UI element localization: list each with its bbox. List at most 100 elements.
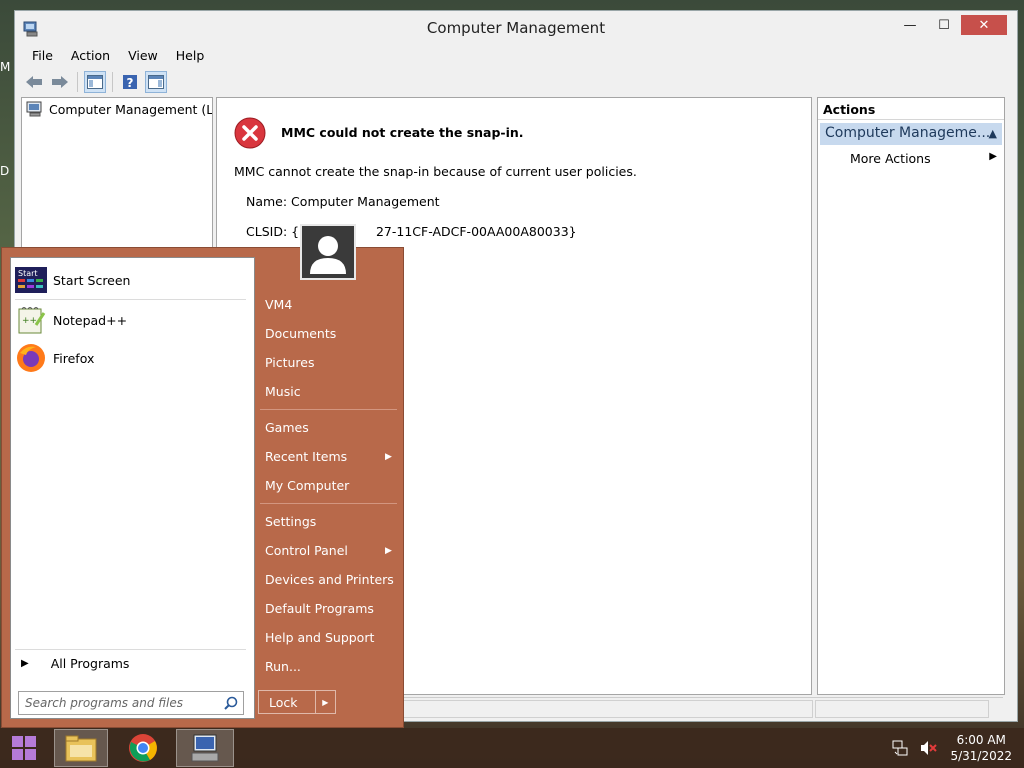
menu-action[interactable]: Action [62,45,119,67]
computer-management-icon [191,734,219,762]
menu-bar: File Action View Help [23,45,213,67]
actions-section-computer-management[interactable]: Computer Manageme... ▲ [820,123,1002,145]
start-menu-games[interactable]: Games [265,420,309,435]
actions-pane: Actions Computer Manageme... ▲ More Acti… [817,97,1005,695]
show-hide-console-tree-button[interactable] [84,71,106,93]
back-button[interactable] [23,71,45,93]
start-menu-user-folder[interactable]: VM4 [265,297,292,312]
clock-time: 6:00 AM [956,733,1006,747]
clock-date: 5/31/2022 [950,749,1012,763]
submenu-arrow-icon: ▶ [989,151,997,162]
status-segment [815,700,989,718]
lock-button[interactable]: Lock [259,691,316,713]
taskbar: 6:00 AM 5/31/2022 [0,728,1024,768]
firefox-icon [15,342,47,374]
notepad-plus-plus-icon: ++ [15,304,47,336]
recent-items-arrow-icon: ▶ [385,452,392,462]
power-options-arrow-button[interactable]: ▶ [316,691,335,713]
search-programs-input[interactable]: Search programs and files [18,691,244,715]
title-bar[interactable]: Computer Management — ☐ ✕ [15,11,1017,45]
start-menu-pictures[interactable]: Pictures [265,355,315,370]
user-account-picture[interactable] [300,224,356,280]
start-menu-settings[interactable]: Settings [265,514,316,529]
all-programs-button[interactable]: ▶ All Programs [21,656,129,671]
desktop-label-d: D [0,164,10,178]
help-button[interactable]: ? [119,71,141,93]
expand-arrow-icon: ▶ [21,658,29,669]
clock[interactable]: 6:00 AM 5/31/2022 [950,732,1012,764]
error-clsid: CLSID: {58 27-11CF-ADCF-00AA00A80033} [246,224,577,239]
taskbar-file-explorer[interactable] [54,729,108,767]
toolbar-separator [112,72,113,92]
tree-item-label: Computer Management (Local [49,101,213,117]
start-menu-divider [260,503,397,504]
toolbar-separator [77,72,78,92]
all-programs-label: All Programs [50,656,130,671]
help-icon: ? [123,75,137,90]
close-button[interactable]: ✕ [961,15,1007,35]
menu-view[interactable]: View [119,45,167,67]
user-avatar-icon [310,236,346,274]
error-clsid-suffix: 27-11CF-ADCF-00AA00A80033} [375,224,577,239]
start-menu-item-label: Start Screen [53,272,131,288]
minimize-button[interactable]: — [893,15,927,35]
menu-help[interactable]: Help [167,45,214,67]
search-placeholder: Search programs and files [25,696,183,710]
search-icon[interactable] [224,696,238,710]
start-screen-icon: Start [15,264,47,296]
volume-muted-icon[interactable] [920,740,938,756]
start-menu-control-panel[interactable]: Control Panel [265,543,348,558]
show-hide-console-tree-icon [87,75,103,89]
show-hide-action-pane-button[interactable] [145,71,167,93]
start-menu-item-notepad-plus-plus[interactable]: ++ Notepad++ [15,304,127,336]
start-menu-item-firefox[interactable]: Firefox [15,342,94,374]
error-title: MMC could not create the snap-in. [281,125,524,140]
error-description: MMC cannot create the snap-in because of… [234,164,637,179]
start-menu-item-label: Notepad++ [53,312,128,328]
back-arrow-icon [26,76,42,88]
control-panel-arrow-icon: ▶ [385,546,392,556]
start-menu-item-start-screen[interactable]: Start Start Screen [15,264,130,296]
system-tray: 6:00 AM 5/31/2022 [892,732,1012,764]
start-menu-divider [260,409,397,410]
show-hide-action-pane-icon [148,75,164,89]
lock-button-group: Lock ▶ [258,690,336,714]
start-menu-programs-panel: Start Start Screen ++ Notepad++ Firefox … [10,257,255,719]
toolbar: ? [23,69,1017,95]
collapse-caret-icon: ▲ [988,127,997,140]
maximize-button[interactable]: ☐ [927,15,961,35]
file-explorer-icon [65,735,97,762]
computer-icon [26,101,42,117]
programs-divider [15,299,246,300]
window-title: Computer Management [426,19,606,37]
chrome-icon [129,734,157,762]
actions-section-label: Computer Manageme... [825,125,991,141]
network-icon[interactable] [892,740,908,756]
taskbar-chrome[interactable] [116,729,170,767]
start-menu-documents[interactable]: Documents [265,326,336,341]
desktop-label-m: M [0,60,11,74]
start-button[interactable] [0,729,48,767]
menu-file[interactable]: File [23,45,62,67]
start-menu-recent-items[interactable]: Recent Items [265,449,347,464]
programs-divider [15,649,246,650]
svg-text:++: ++ [22,316,37,326]
windows-logo-icon [12,736,36,760]
taskbar-computer-management[interactable] [176,729,234,767]
start-menu-item-label: Firefox [53,350,95,366]
error-snapin-name: Name: Computer Management [246,194,440,209]
svg-text:?: ? [127,76,134,90]
tree-item-computer-management[interactable]: Computer Management (Local [26,101,213,117]
start-menu-my-computer[interactable]: My Computer [265,478,349,493]
start-menu-devices-printers[interactable]: Devices and Printers [265,572,394,587]
start-icon-text: Start [18,269,38,278]
more-actions-item[interactable]: More Actions [850,151,931,166]
start-menu-run[interactable]: Run... [265,659,301,674]
start-menu-music[interactable]: Music [265,384,301,399]
start-menu-default-programs[interactable]: Default Programs [265,601,374,616]
start-menu-help-support[interactable]: Help and Support [265,630,374,645]
forward-button[interactable] [49,71,71,93]
actions-header: Actions [818,98,1004,120]
forward-arrow-icon [52,76,68,88]
error-icon [234,117,266,149]
